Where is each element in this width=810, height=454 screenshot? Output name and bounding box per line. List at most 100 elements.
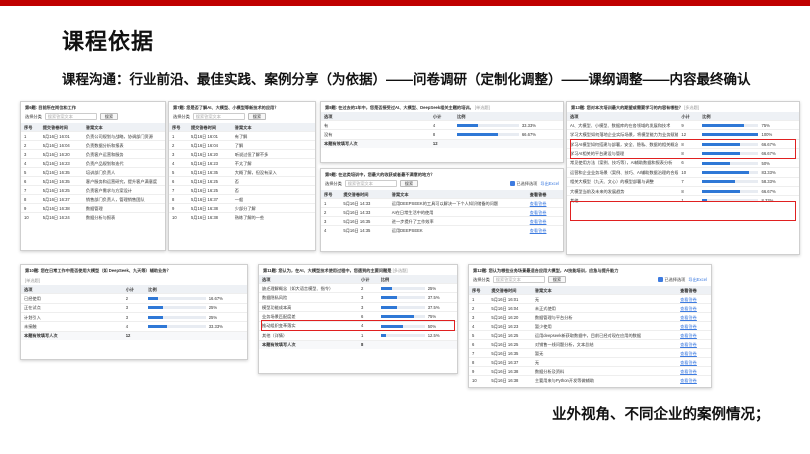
ratio-bar [148, 306, 206, 310]
option-label: 大模型当前及未来的发展趋势 [567, 185, 679, 196]
table-row: 相关大模型（九天、文心）的模型部署与调整 7 58.33% [567, 176, 799, 187]
view-answer-link[interactable]: 查看答卷 [677, 303, 711, 313]
row-time: 5月16日 14:35 [340, 225, 389, 235]
search-button[interactable]: 搜索 [399, 180, 419, 188]
export-excel-link[interactable]: 导出Excel [540, 181, 559, 186]
row-text: 负责客户需求与方案设计 [82, 185, 165, 195]
ratio-bar [702, 123, 759, 127]
col-ratio: 比例 [454, 112, 563, 121]
search-input[interactable]: 搜索答案文本 [192, 113, 245, 121]
col-idx: 序号 [21, 123, 40, 132]
row-time: 5月16日 16:37 [39, 194, 83, 204]
row-idx: 3 [321, 216, 341, 226]
table-row: 5 5月16日 16:25 运用deepseek新获取数据中，目前已经对现在应用的数… [469, 330, 711, 340]
ratio-bar [702, 161, 759, 165]
row-text: 培训部门负责人 [82, 167, 165, 177]
search-button[interactable]: 搜索 [99, 113, 119, 121]
col-count: 小计 [678, 112, 700, 121]
ratio-bar-fill [380, 286, 392, 290]
search-input[interactable]: 搜索答案文本 [492, 276, 545, 284]
ratio-bar-fill [148, 296, 158, 300]
option-ratio: 33.33% [145, 321, 247, 332]
ratio-label: 66.67% [761, 188, 776, 194]
search-input[interactable]: 搜索答案文本 [44, 113, 97, 121]
view-answer-link[interactable]: 查看答卷 [526, 225, 563, 235]
search-input[interactable]: 搜索答案文本 [344, 180, 397, 188]
row-text: 对销售一线问题分析，文本总结 [531, 339, 678, 349]
row-time: 5月16日 16:01 [39, 131, 83, 141]
row-text: 负责公司规划与战略，协调部门资源 [82, 131, 165, 141]
row-time: 5月16日 16:23 [187, 158, 232, 168]
col-time: 提交答卷时间 [187, 123, 232, 132]
option-label: 未接触 [21, 321, 123, 332]
view-answer-link[interactable]: 查看答卷 [677, 366, 711, 376]
row-time: 5月16日 16:24 [39, 212, 83, 222]
show-options-checkbox[interactable]: 已选择选项 [510, 181, 537, 187]
view-answer-link[interactable]: 查看答卷 [677, 294, 711, 304]
row-time: 5月16日 16:35 [340, 216, 389, 226]
option-count: 8 [429, 129, 455, 140]
col-option: 选项 [21, 285, 123, 294]
option-label: 已经使用 [21, 293, 123, 303]
option-count: 3 [122, 311, 146, 322]
ratio-bar [702, 170, 759, 174]
view-answer-link[interactable]: 查看答卷 [526, 207, 563, 217]
col-text: 答案文本 [531, 286, 678, 295]
ratio-label: 37.5% [427, 295, 440, 301]
search-row: 选择分类 搜索答案文本 搜索 [21, 112, 165, 123]
view-answer-link[interactable]: 查看答卷 [677, 348, 711, 358]
row-text: 否 [231, 176, 315, 186]
table-row: 2 5月16日 16:04 负责数据分析和报表 [21, 140, 165, 150]
row-time: 5月16日 16:20 [39, 149, 83, 159]
view-answer-link[interactable]: 查看答卷 [526, 198, 563, 208]
row-text: 无 [531, 294, 678, 304]
row-text: 负责产品规划和迭代 [82, 158, 165, 168]
view-answer-link[interactable]: 查看答卷 [677, 330, 711, 340]
option-label: 相关大模型（九天、文心）的模型部署与调整 [567, 176, 679, 187]
ratio-bar-fill [380, 333, 387, 337]
show-options-checkbox[interactable]: 已选择选项 [658, 277, 685, 283]
row-time: 5月16日 16:25 [187, 176, 232, 186]
option-count: 3 [122, 302, 146, 313]
search-button[interactable]: 搜索 [247, 113, 267, 121]
answers-table: 序号 提交答卷时间 答案文本 1 5月16日 16:01 负责公司规划与战略，协调部… [21, 123, 165, 222]
row-text: AI在日常生活中的使用 [388, 207, 527, 217]
question-title: 第8题: 在过去的1年中，您是否接受过AI、大模型、DeepSeek相关主题的培… [325, 105, 490, 110]
table-row: 3 5月16日 16:35 进一步提升了工作效率 查看答卷 [321, 216, 563, 226]
survey-panel-q10: 第10题: 您在日常工作中是否使用大模型（如 DeepSeek、九天等）辅助业务… [20, 264, 248, 360]
row-time: 5月16日 14:33 [340, 207, 389, 217]
ratio-bar [380, 286, 425, 290]
options-table: 选项 小计 比例 已经使用 2 16.67% 正在试点 3 25% 计划引入 3 25% 未接触 4… [21, 285, 247, 340]
view-answer-link[interactable]: 查看答卷 [526, 216, 563, 226]
row-idx: 9 [469, 366, 489, 376]
row-text: 负责数据分析和报表 [82, 140, 165, 150]
col-text: 答案文本 [231, 123, 315, 132]
ratio-bar-fill [702, 180, 736, 184]
row-text: 销售部门负责人，管理销售团队 [82, 194, 165, 204]
option-count: 2 [122, 293, 146, 303]
row-idx: 1 [21, 131, 40, 141]
option-ratio: 58.33% [699, 176, 799, 187]
view-answer-link[interactable]: 查看答卷 [677, 339, 711, 349]
table-row: 1 5月16日 16:01 负责公司规划与战略，协调部门资源 [21, 131, 165, 141]
highlight-box [261, 320, 455, 331]
total-row: 本题有效填写人次 12 [21, 330, 247, 340]
table-row: 运营和企业业务场景（案例、技巧、AI辅助数据治理的合规的风险管理）10 83.33… [567, 167, 799, 177]
search-button[interactable]: 搜索 [547, 276, 567, 284]
export-excel-link[interactable]: 导出Excel [688, 277, 707, 282]
table-row: 9 5月16日 16:38 少部分了解 [169, 203, 315, 213]
row-time: 5月16日 16:35 [39, 176, 83, 186]
row-idx: 1 [469, 294, 489, 304]
table-row: 6 5月16日 16:25 对销售一线问题分析，文本总结 查看答卷 [469, 339, 711, 349]
view-answer-link[interactable]: 查看答卷 [677, 321, 711, 331]
row-time: 5月16日 16:01 [187, 131, 232, 141]
search-row: 选择分类 搜索答案文本 搜索 已选择选项 导出Excel [321, 179, 563, 190]
question-hint: [单选题] [25, 278, 40, 284]
view-answer-link[interactable]: 查看答卷 [677, 357, 711, 367]
row-time: 5月16日 16:37 [187, 194, 232, 204]
row-idx: 4 [321, 225, 341, 235]
ratio-label: 75% [761, 122, 770, 128]
table-row: 2 5月16日 14:33 AI在日常生活中的使用 查看答卷 [321, 207, 563, 217]
view-answer-link[interactable]: 查看答卷 [677, 375, 711, 385]
view-answer-link[interactable]: 查看答卷 [677, 312, 711, 322]
